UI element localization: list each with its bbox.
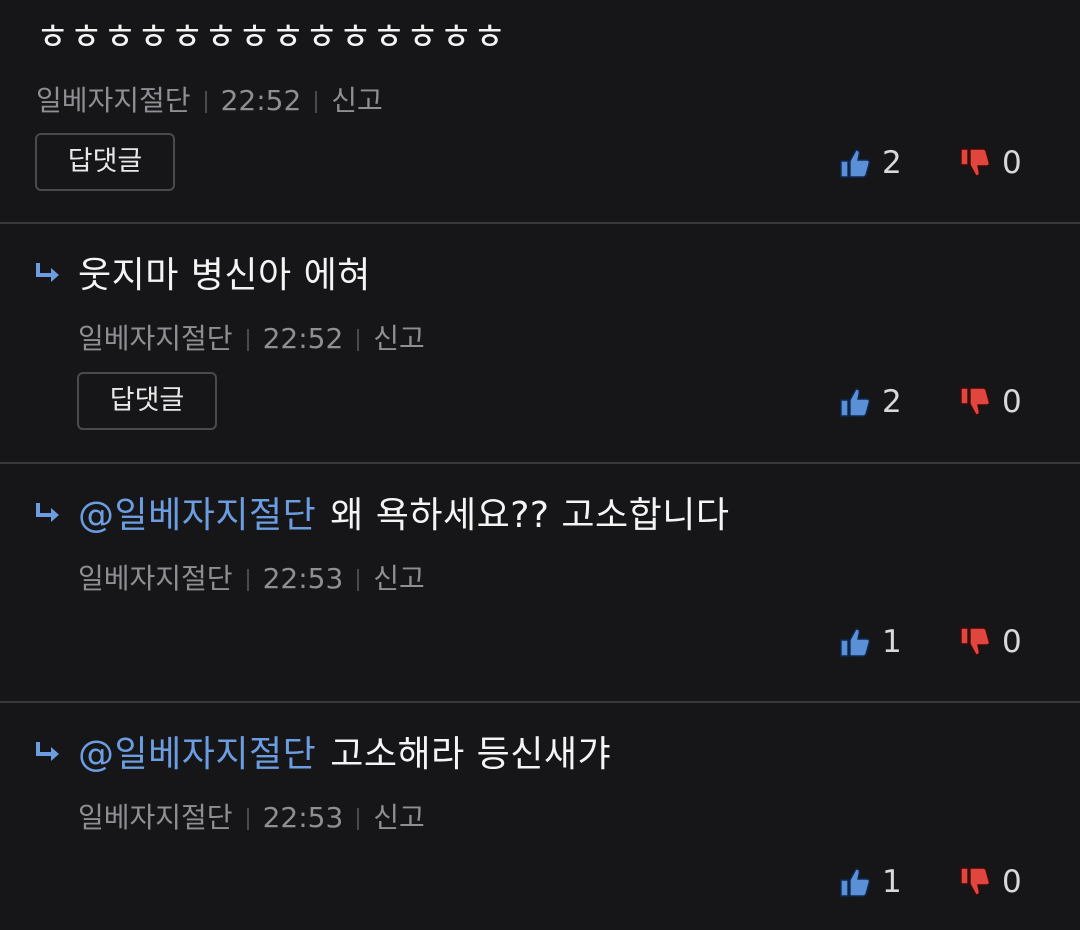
divider (315, 91, 318, 113)
comment-item: @일베자지절단 고소해라 등신새갸 일베자지절단 22:53 신고 1 0 (0, 703, 1080, 930)
like-button[interactable]: 1 (838, 864, 902, 900)
thumbs-up-icon (840, 628, 871, 657)
comment-meta: 일베자지절단 22:53 신고 (78, 562, 425, 596)
divider (357, 808, 360, 830)
comment-body: 왜 욕하세요?? 고소합니다 (330, 495, 730, 536)
comment-time: 22:52 (262, 322, 344, 355)
thumbs-down-icon (960, 867, 991, 896)
divider (357, 569, 360, 591)
comment-item: @일베자지절단 왜 욕하세요?? 고소합니다 일베자지절단 22:53 신고 1 0 (0, 464, 1080, 703)
reply-arrow-icon (36, 742, 59, 761)
dislike-button[interactable]: 0 (958, 624, 1022, 660)
divider (357, 329, 360, 351)
dislike-button[interactable]: 0 (958, 384, 1022, 420)
comment-meta: 일베자지절단 22:52 신고 (36, 84, 383, 118)
comment-item: 웃지마 병신아 에혀 일베자지절단 22:52 신고 답댓글 2 0 (0, 224, 1080, 464)
comment-text: @일베자지절단 왜 욕하세요?? 고소합니다 (78, 494, 730, 538)
thumbs-down-icon (960, 148, 991, 177)
thumbs-up-icon (840, 149, 871, 178)
divider (204, 91, 207, 113)
dislike-count: 0 (1002, 864, 1022, 900)
dislike-button[interactable]: 0 (958, 864, 1022, 900)
mention-link[interactable]: @일베자지절단 (78, 734, 316, 775)
report-link[interactable]: 신고 (331, 84, 383, 117)
comment-item: ㅎㅎㅎㅎㅎㅎㅎㅎㅎㅎㅎㅎㅎㅎ 일베자지절단 22:52 신고 답댓글 2 0 (0, 0, 1080, 224)
thumbs-up-icon (840, 388, 871, 417)
dislike-button[interactable]: 0 (958, 145, 1022, 181)
comment-author[interactable]: 일베자지절단 (78, 562, 233, 595)
comment-author[interactable]: 일베자지절단 (78, 322, 233, 355)
dislike-count: 0 (1002, 145, 1022, 181)
reply-button[interactable]: 답댓글 (77, 372, 217, 430)
dislike-count: 0 (1002, 384, 1022, 420)
thumbs-down-icon (960, 627, 991, 656)
divider (246, 808, 249, 830)
comment-body: 고소해라 등신새갸 (330, 734, 612, 775)
comment-meta: 일베자지절단 22:53 신고 (78, 801, 425, 835)
like-count: 2 (882, 384, 902, 420)
reply-arrow-icon (36, 263, 59, 282)
like-count: 2 (882, 145, 902, 181)
like-count: 1 (882, 864, 902, 900)
comment-author[interactable]: 일베자지절단 (36, 84, 191, 117)
like-button[interactable]: 2 (838, 384, 902, 420)
comment-author[interactable]: 일베자지절단 (78, 801, 233, 834)
divider (246, 329, 249, 351)
mention-link[interactable]: @일베자지절단 (78, 495, 316, 536)
comment-text: ㅎㅎㅎㅎㅎㅎㅎㅎㅎㅎㅎㅎㅎㅎ (36, 17, 507, 58)
comment-text: @일베자지절단 고소해라 등신새갸 (78, 733, 611, 777)
report-link[interactable]: 신고 (373, 801, 425, 834)
comment-meta: 일베자지절단 22:52 신고 (78, 322, 425, 356)
thumbs-up-icon (840, 868, 871, 897)
dislike-count: 0 (1002, 624, 1022, 660)
report-link[interactable]: 신고 (373, 322, 425, 355)
divider (246, 569, 249, 591)
comment-time: 22:52 (220, 84, 302, 117)
thumbs-down-icon (960, 387, 991, 416)
like-count: 1 (882, 624, 902, 660)
like-button[interactable]: 1 (838, 624, 902, 660)
reply-arrow-icon (36, 503, 59, 522)
comment-time: 22:53 (262, 562, 344, 595)
like-button[interactable]: 2 (838, 145, 902, 181)
report-link[interactable]: 신고 (373, 562, 425, 595)
comment-text: 웃지마 병신아 에혀 (78, 255, 371, 296)
comment-time: 22:53 (262, 801, 344, 834)
reply-button[interactable]: 답댓글 (35, 133, 175, 191)
